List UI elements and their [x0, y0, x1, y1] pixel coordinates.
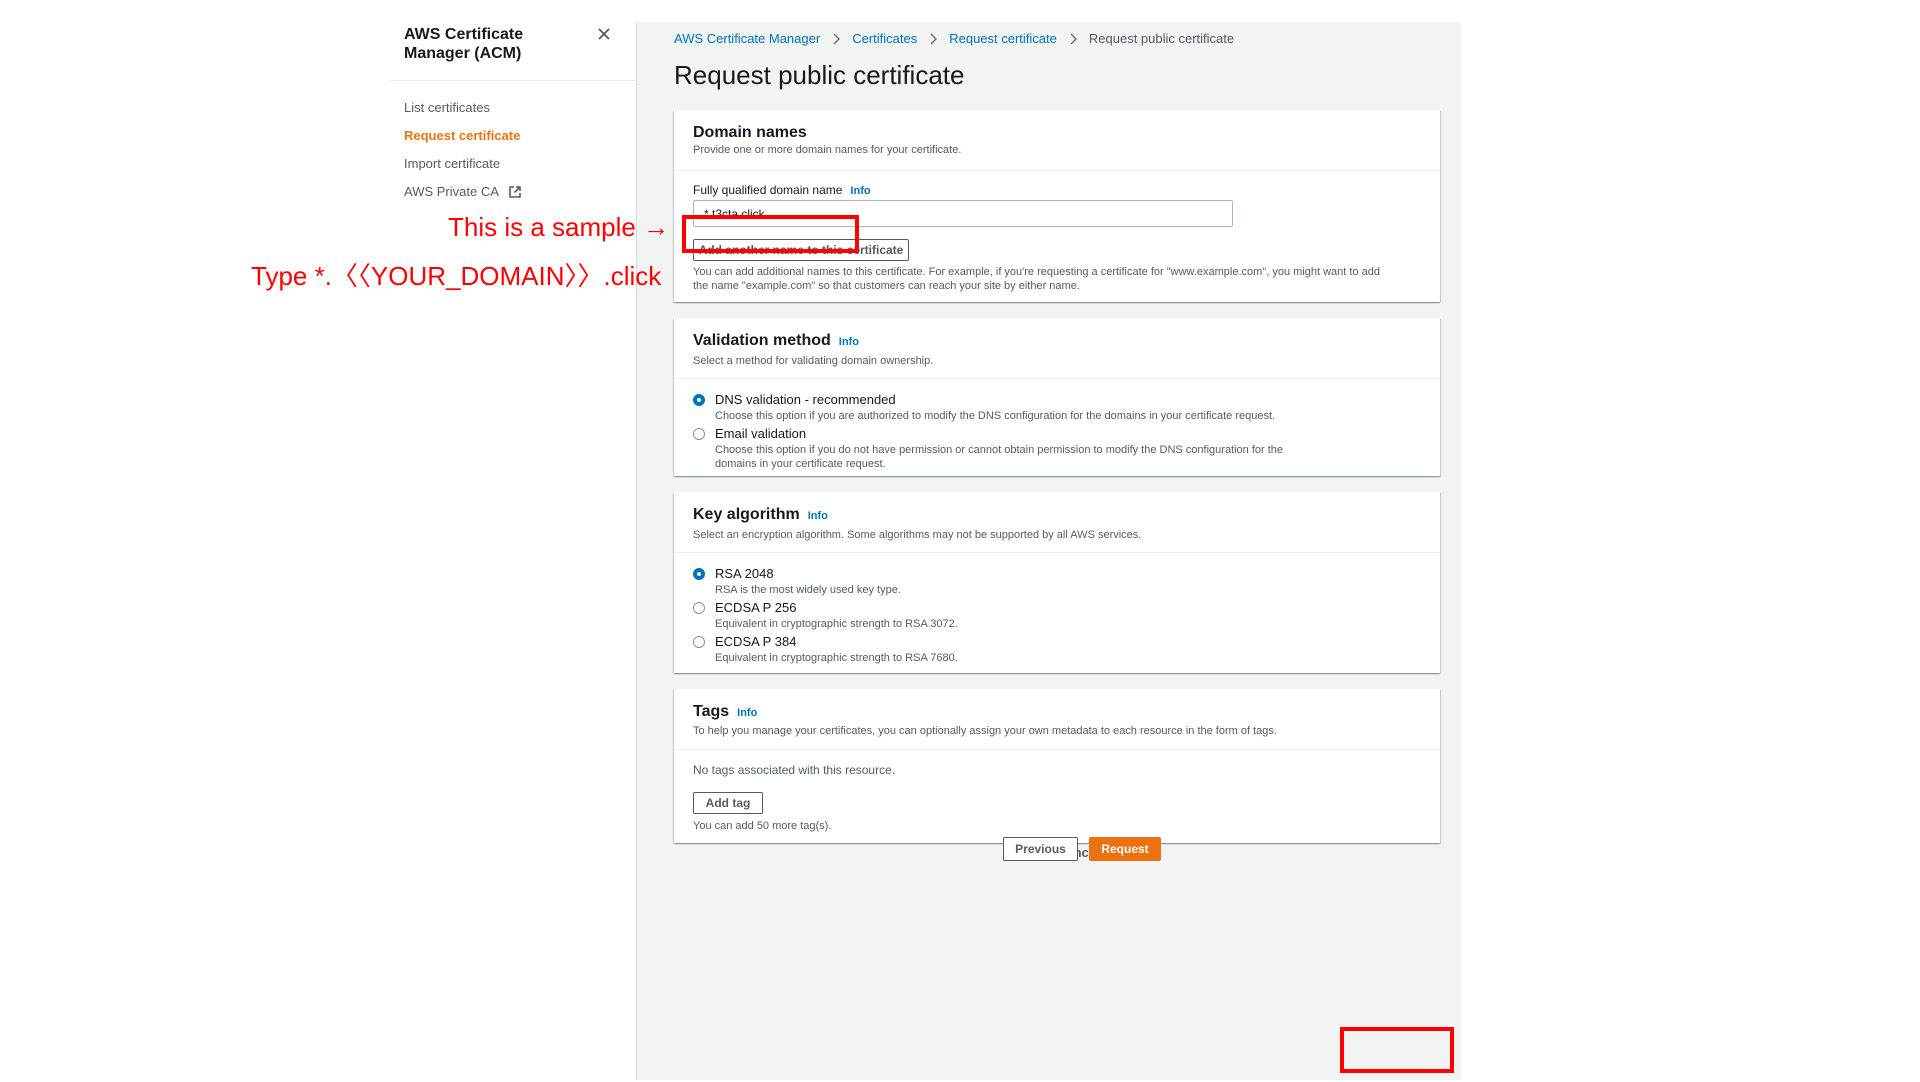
- option-description: Choose this option if you do not have pe…: [715, 444, 1284, 470]
- panel-title: Validation method Info: [693, 332, 859, 350]
- option-label: DNS validation - recommended: [715, 392, 896, 407]
- chevron-right-icon: [1070, 33, 1077, 44]
- chevron-right-icon: [930, 33, 938, 44]
- form-actions: Cancel Previous Request: [637, 837, 1461, 877]
- radio-selected-icon[interactable]: [693, 568, 705, 580]
- option-description: Choose this option if you are authorized…: [715, 410, 1276, 422]
- panel-title: Domain names: [693, 124, 807, 141]
- breadcrumb-acm[interactable]: AWS Certificate Manager: [674, 31, 820, 46]
- sample-annotation: This is a sample →: [448, 212, 670, 242]
- sidebar-item-request-certificate[interactable]: Request certificate: [404, 122, 522, 150]
- panel-title-text: Validation method: [693, 332, 831, 349]
- panel-title: Key algorithm Info: [693, 506, 828, 524]
- tags-panel: Tags Info To help you manage your certifi…: [674, 689, 1440, 843]
- request-button[interactable]: Request: [1089, 837, 1161, 861]
- breadcrumb-current: Request public certificate: [1088, 31, 1235, 46]
- sidebar: AWS Certificate Manager (ACM) List certi…: [390, 22, 636, 1082]
- previous-button[interactable]: Previous: [1003, 837, 1078, 861]
- info-link[interactable]: Info: [808, 510, 828, 522]
- option-label: RSA 2048: [715, 566, 774, 581]
- fqdn-label-text: Fully qualified domain name: [693, 183, 843, 197]
- sidebar-title: AWS Certificate Manager (ACM): [404, 26, 524, 62]
- panel-description: To help you manage your certificates, yo…: [693, 725, 1277, 737]
- close-icon[interactable]: [596, 26, 612, 42]
- radio-icon[interactable]: [693, 428, 705, 440]
- add-tag-button[interactable]: Add tag: [693, 792, 763, 814]
- domain-names-panel: Domain names Provide one or more domain …: [674, 110, 1440, 302]
- sidebar-divider: [390, 80, 636, 81]
- breadcrumb: AWS Certificate Manager Certificates Req…: [674, 31, 1234, 46]
- validation-header: Validation method Info Select a method fo…: [674, 318, 1440, 379]
- key-algorithm-header: Key algorithm Info Select an encryption a…: [674, 492, 1440, 553]
- tags-header: Tags Info To help you manage your certifi…: [674, 689, 1440, 750]
- info-link[interactable]: Info: [737, 707, 757, 719]
- radio-selected-icon[interactable]: [693, 394, 705, 406]
- sidebar-item-aws-private-ca[interactable]: AWS Private CA: [404, 178, 522, 206]
- sidebar-item-label: Import certificate: [404, 156, 501, 171]
- sidebar-item-label: Request certificate: [404, 128, 521, 143]
- tags-help-text: You can add 50 more tag(s).: [693, 820, 832, 832]
- radio-icon[interactable]: [693, 636, 705, 648]
- option-description: RSA is the most widely used key type.: [715, 584, 901, 596]
- sidebar-nav: List certificates Request certificate Im…: [404, 94, 522, 206]
- panel-description: Provide one or more domain names for you…: [693, 144, 962, 156]
- domain-help-line: You can add additional names to this cer…: [693, 266, 1380, 278]
- option-label: Email validation: [715, 426, 807, 441]
- chevron-right-icon: [833, 33, 841, 44]
- sidebar-item-label: AWS Private CA: [404, 184, 499, 199]
- panel-title: Tags Info: [693, 703, 757, 721]
- breadcrumb-certificates[interactable]: Certificates: [852, 31, 917, 46]
- main-content: AWS Certificate Manager Certificates Req…: [637, 22, 1461, 1080]
- sidebar-item-label: List certificates: [404, 100, 490, 115]
- info-link[interactable]: Info: [839, 336, 859, 348]
- type-domain-annotation: Type *.〈〈YOUR_DOMAIN〉〉.click: [251, 261, 662, 291]
- panel-title-text: Key algorithm: [693, 506, 800, 523]
- radio-icon[interactable]: [693, 602, 705, 614]
- option-description: Equivalent in cryptographic strength to …: [715, 618, 958, 630]
- option-description: Equivalent in cryptographic strength to …: [715, 652, 958, 664]
- panel-description: Select an encryption algorithm. Some alg…: [693, 529, 1142, 541]
- key-algorithm-panel: Key algorithm Info Select an encryption a…: [674, 492, 1440, 673]
- input-highlight-box: [682, 215, 859, 253]
- domain-help-line: the name "example.com" so that customers…: [693, 280, 1080, 292]
- validation-panel: Validation method Info Select a method fo…: [674, 318, 1440, 476]
- fqdn-label: Fully qualified domain name Info: [693, 183, 871, 197]
- request-highlight-box: [1340, 1027, 1454, 1073]
- no-tags-text: No tags associated with this resource.: [693, 763, 896, 777]
- domain-names-header: Domain names Provide one or more domain …: [674, 110, 1440, 171]
- option-label: ECDSA P 384: [715, 634, 797, 649]
- option-label: ECDSA P 256: [715, 600, 797, 615]
- domain-help-text: You can add additional names to this cer…: [693, 265, 1433, 293]
- info-link[interactable]: Info: [850, 185, 870, 197]
- page-title: Request public certificate: [674, 60, 965, 90]
- sidebar-item-list-certificates[interactable]: List certificates: [404, 94, 522, 122]
- sidebar-item-import-certificate[interactable]: Import certificate: [404, 150, 522, 178]
- panel-title-text: Tags: [693, 703, 730, 720]
- panel-description: Select a method for validating domain ow…: [693, 355, 934, 367]
- external-link-icon: [509, 186, 521, 198]
- breadcrumb-request-certificate[interactable]: Request certificate: [949, 31, 1057, 46]
